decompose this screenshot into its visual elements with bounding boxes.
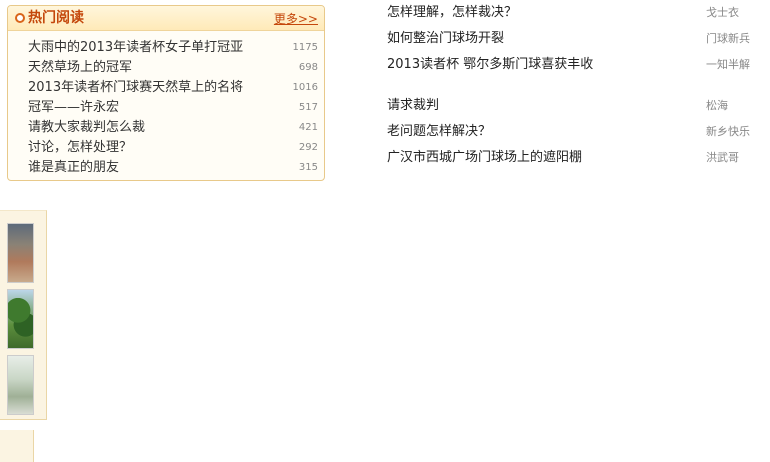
topic-title-link[interactable]: 如何整治门球场开裂 bbox=[387, 31, 504, 46]
hot-reading-item-title[interactable]: 2013年读者杯门球赛天然草上的名将 bbox=[28, 78, 243, 98]
hot-reading-item[interactable]: 天然草场上的冠军 698 bbox=[28, 58, 318, 78]
topic-title-link[interactable]: 老问题怎样解决？ bbox=[387, 124, 491, 139]
hot-reading-item[interactable]: 谁是真正的朋友 315 bbox=[28, 158, 318, 178]
hot-reading-title: 热门阅读 bbox=[28, 10, 84, 26]
topic-row: 广汉市西城广场门球场上的遮阳棚 洪武哥 bbox=[387, 148, 762, 168]
hot-reading-item-title[interactable]: 请教大家裁判怎么裁 bbox=[28, 118, 145, 138]
hot-reading-item-count: 698 bbox=[298, 62, 318, 73]
topic-row: 怎样理解，怎样裁决？ 戈士衣 bbox=[387, 3, 762, 23]
hot-reading-item[interactable]: 请教大家裁判怎么裁 421 bbox=[28, 118, 318, 138]
topic-row: 请求裁判 松海 bbox=[387, 96, 762, 116]
topic-title-link[interactable]: 2013读者杯 鄂尔多斯门球喜获丰收 bbox=[387, 57, 593, 72]
topic-title-link[interactable]: 广汉市西城广场门球场上的遮阳棚 bbox=[387, 150, 582, 165]
more-link[interactable]: 更多>> bbox=[274, 12, 318, 26]
hot-reading-item-title[interactable]: 讨论，怎样处理？ bbox=[28, 138, 132, 158]
photo-thumbnail[interactable] bbox=[7, 223, 34, 283]
hot-reading-item[interactable]: 2013年读者杯门球赛天然草上的名将 1016 bbox=[28, 78, 318, 98]
hot-reading-item-count: 1175 bbox=[292, 42, 318, 53]
hot-reading-item[interactable]: 冠军——许永宏 517 bbox=[28, 98, 318, 118]
topic-author-link[interactable]: 新乡快乐 bbox=[706, 122, 750, 142]
hot-reading-item-title[interactable]: 天然草场上的冠军 bbox=[28, 58, 132, 78]
topic-author-link[interactable]: 门球新兵 bbox=[706, 29, 750, 49]
topic-author-link[interactable]: 戈士衣 bbox=[706, 3, 739, 23]
photo-strip bbox=[0, 210, 47, 420]
photo-thumbnail[interactable] bbox=[7, 289, 34, 349]
hot-reading-item-count: 292 bbox=[298, 142, 318, 153]
hot-reading-item-count: 1016 bbox=[292, 82, 318, 93]
topic-row: 2013读者杯 鄂尔多斯门球喜获丰收 一知半解 bbox=[387, 55, 762, 75]
topic-author-link[interactable]: 洪武哥 bbox=[706, 148, 739, 168]
page: 热门阅读 更多>> 大雨中的2013年读者杯女子单打冠亚 1175 天然草场上的… bbox=[0, 0, 770, 462]
photo-thumbnail[interactable] bbox=[7, 355, 34, 415]
hot-reading-item-title[interactable]: 大雨中的2013年读者杯女子单打冠亚 bbox=[28, 38, 243, 58]
hot-reading-item-count: 421 bbox=[298, 122, 318, 133]
circle-bullet-icon bbox=[15, 13, 25, 23]
hot-reading-item[interactable]: 大雨中的2013年读者杯女子单打冠亚 1175 bbox=[28, 38, 318, 58]
topic-row: 老问题怎样解决？ 新乡快乐 bbox=[387, 122, 762, 142]
topic-author-link[interactable]: 一知半解 bbox=[706, 55, 750, 75]
hot-reading-item[interactable]: 讨论，怎样处理？ 292 bbox=[28, 138, 318, 158]
topic-row: 如何整治门球场开裂 门球新兵 bbox=[387, 29, 762, 49]
hot-reading-item-title[interactable]: 谁是真正的朋友 bbox=[28, 158, 119, 178]
hot-reading-item-count: 315 bbox=[298, 162, 318, 173]
hot-reading-panel: 热门阅读 更多>> 大雨中的2013年读者杯女子单打冠亚 1175 天然草场上的… bbox=[7, 5, 325, 181]
topic-title-link[interactable]: 怎样理解，怎样裁决？ bbox=[387, 5, 517, 20]
topic-author-link[interactable]: 松海 bbox=[706, 96, 728, 116]
hot-reading-header: 热门阅读 更多>> bbox=[8, 6, 324, 31]
hot-reading-list: 大雨中的2013年读者杯女子单打冠亚 1175 天然草场上的冠军 698 201… bbox=[28, 38, 318, 178]
topic-title-link[interactable]: 请求裁判 bbox=[387, 98, 439, 113]
hot-reading-item-count: 517 bbox=[298, 102, 318, 113]
hot-reading-item-title[interactable]: 冠军——许永宏 bbox=[28, 98, 119, 118]
photo-strip-bottom bbox=[0, 430, 34, 462]
